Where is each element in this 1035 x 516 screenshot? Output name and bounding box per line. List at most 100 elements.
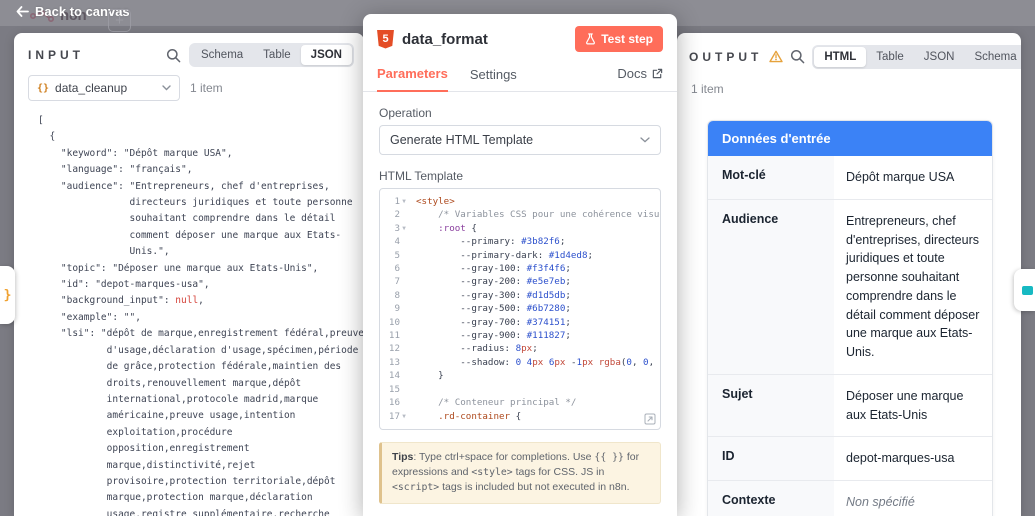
line-number: 5 xyxy=(394,249,400,261)
result-row-value: Non spécifié xyxy=(834,481,992,516)
input-source-row: {} data_cleanup 1 item xyxy=(14,73,364,107)
add-node-button[interactable]: + xyxy=(108,9,131,32)
docs-link[interactable]: Docs xyxy=(617,66,663,87)
output-panel-title: OUTPUT xyxy=(689,49,763,64)
output-panel-header: OUTPUT HTML Table JSON Schema xyxy=(677,33,1021,76)
node-modal-tabs: Parameters Settings Docs xyxy=(363,62,677,92)
external-link-icon xyxy=(652,68,663,79)
code-editor-gutter: 1 ▼ 2 3 ▼ 4 5 6 7 8 9 10 11 12 13 14 15 16 17 ▼ xyxy=(380,189,410,429)
rendered-html-table: Données d'entrée Mot-clé Dépôt marque USA… xyxy=(707,120,993,516)
node-modal-header: 5 data_format Test step xyxy=(363,14,677,62)
code-editor-content[interactable]: <style> /* Variables CSS pour une cohére… xyxy=(410,189,660,429)
tab-settings[interactable]: Settings xyxy=(470,63,517,91)
tab-schema[interactable]: Schema xyxy=(191,45,253,65)
result-row-value: depot-marques-usa xyxy=(834,437,992,480)
result-table-body: Mot-clé Dépôt marque USA Audience Entrepren… xyxy=(708,156,992,516)
chevron-down-icon xyxy=(640,137,650,143)
fold-chevron-icon[interactable]: ▼ xyxy=(400,222,408,235)
editor-tips: Tips: Type ctrl+space for completions. U… xyxy=(379,442,661,504)
brace-icon: } xyxy=(3,287,12,303)
node-detail-modal: 5 data_format Test step Parameters Settin… xyxy=(363,14,677,516)
expand-editor-icon[interactable] xyxy=(644,413,656,425)
result-row-label: ID xyxy=(708,437,834,480)
line-number: 7 xyxy=(394,276,400,288)
fold-chevron-icon[interactable]: ▼ xyxy=(400,410,408,423)
line-number: 10 xyxy=(388,316,400,328)
html5-node-icon: 5 xyxy=(377,29,394,49)
output-items-count: 1 item xyxy=(691,82,724,96)
line-number: 13 xyxy=(388,356,400,368)
tips-code: <style> xyxy=(471,467,513,479)
braces-icon: {} xyxy=(37,82,50,94)
input-panel: INPUT Schema Table JSON {} data_cleanup 1 … xyxy=(14,33,364,516)
line-number: 8 xyxy=(394,289,400,301)
search-icon[interactable] xyxy=(790,49,805,64)
tips-code: <script> xyxy=(392,482,440,494)
result-table-row: Contexte Non spécifié xyxy=(708,480,992,516)
code-editor[interactable]: 1 ▼ 2 3 ▼ 4 5 6 7 8 9 10 11 12 13 14 15 16 17 ▼ <style> /* … xyxy=(379,188,661,430)
line-number: 16 xyxy=(388,397,400,409)
result-row-label: Contexte xyxy=(708,481,834,516)
line-number: 1 ▼ xyxy=(380,195,410,208)
result-table-row: Mot-clé Dépôt marque USA xyxy=(708,156,992,199)
tab-json[interactable]: JSON xyxy=(914,47,965,67)
input-source-value: data_cleanup xyxy=(55,81,128,95)
result-table-row: ID depot-marques-usa xyxy=(708,436,992,480)
result-row-value: Déposer une marque aux Etats-Unis xyxy=(834,374,992,437)
line-number: 15 xyxy=(388,383,400,395)
tips-text: tags for CSS. JS in xyxy=(512,466,605,479)
search-icon[interactable] xyxy=(166,48,181,63)
input-connector-tab[interactable]: } xyxy=(0,266,15,324)
warning-icon xyxy=(769,50,784,63)
input-view-tabs: Schema Table JSON xyxy=(188,43,354,67)
tab-table[interactable]: Table xyxy=(866,47,914,67)
result-table-row: Sujet Déposer une marque aux Etats-Unis xyxy=(708,373,992,437)
input-source-select[interactable]: {} data_cleanup xyxy=(28,75,180,101)
line-number: 9 xyxy=(394,303,400,315)
tips-bold: Tips xyxy=(392,451,414,463)
result-row-label: Mot-clé xyxy=(708,156,834,199)
line-number: 6 xyxy=(394,263,400,275)
input-panel-header: INPUT Schema Table JSON xyxy=(14,33,364,73)
tips-text: tags is included but not executed in n8n… xyxy=(439,481,630,494)
tab-table[interactable]: Table xyxy=(253,45,301,65)
test-step-button[interactable]: Test step xyxy=(575,26,663,52)
output-connector-icon xyxy=(1022,285,1033,295)
output-view-tabs: HTML Table JSON Schema xyxy=(812,44,1021,69)
result-row-label: Sujet xyxy=(708,374,834,437)
line-number: 17 ▼ xyxy=(380,410,410,423)
tips-text: : Type ctrl+space for completions. Use xyxy=(413,451,595,463)
input-panel-title: INPUT xyxy=(28,48,84,62)
parameters-body: Operation Generate HTML Template HTML Te… xyxy=(363,92,677,516)
operation-select[interactable]: Generate HTML Template xyxy=(379,125,661,155)
fold-chevron-icon[interactable]: ▼ xyxy=(400,195,408,208)
tab-html[interactable]: HTML xyxy=(814,46,867,67)
line-number: 11 xyxy=(388,330,400,342)
result-row-value: Dépôt marque USA xyxy=(834,156,992,199)
tab-parameters[interactable]: Parameters xyxy=(377,62,448,92)
output-connector-tab[interactable] xyxy=(1014,269,1035,311)
line-number: 4 xyxy=(394,236,400,248)
line-number: 2 xyxy=(394,209,400,221)
input-json-view[interactable]: [ { "keyword": "Dépôt marque USA", "lang… xyxy=(14,113,364,516)
operation-label: Operation xyxy=(379,106,432,120)
test-step-label: Test step xyxy=(601,32,653,46)
line-number: 3 ▼ xyxy=(380,222,410,235)
tab-json[interactable]: JSON xyxy=(300,45,352,65)
input-items-count: 1 item xyxy=(190,81,223,95)
operation-value: Generate HTML Template xyxy=(390,133,534,147)
line-number: 12 xyxy=(388,343,400,355)
result-table-row: Audience Entrepreneurs, chef d'entreprise… xyxy=(708,198,992,374)
flask-icon xyxy=(586,33,596,45)
node-title: data_format xyxy=(402,30,488,48)
tab-schema[interactable]: Schema xyxy=(964,47,1021,67)
chevron-down-icon xyxy=(162,85,171,91)
tips-code: {{ }} xyxy=(594,452,624,463)
docs-label: Docs xyxy=(617,66,647,81)
html-template-label: HTML Template xyxy=(379,169,464,183)
arrow-left-icon xyxy=(16,6,29,17)
result-row-value: Entrepreneurs, chef d'entreprises, direc… xyxy=(834,199,992,374)
line-number: 14 xyxy=(388,370,400,382)
result-row-label: Audience xyxy=(708,199,834,374)
output-panel: OUTPUT HTML Table JSON Schema 1 item Donnée… xyxy=(677,33,1021,516)
